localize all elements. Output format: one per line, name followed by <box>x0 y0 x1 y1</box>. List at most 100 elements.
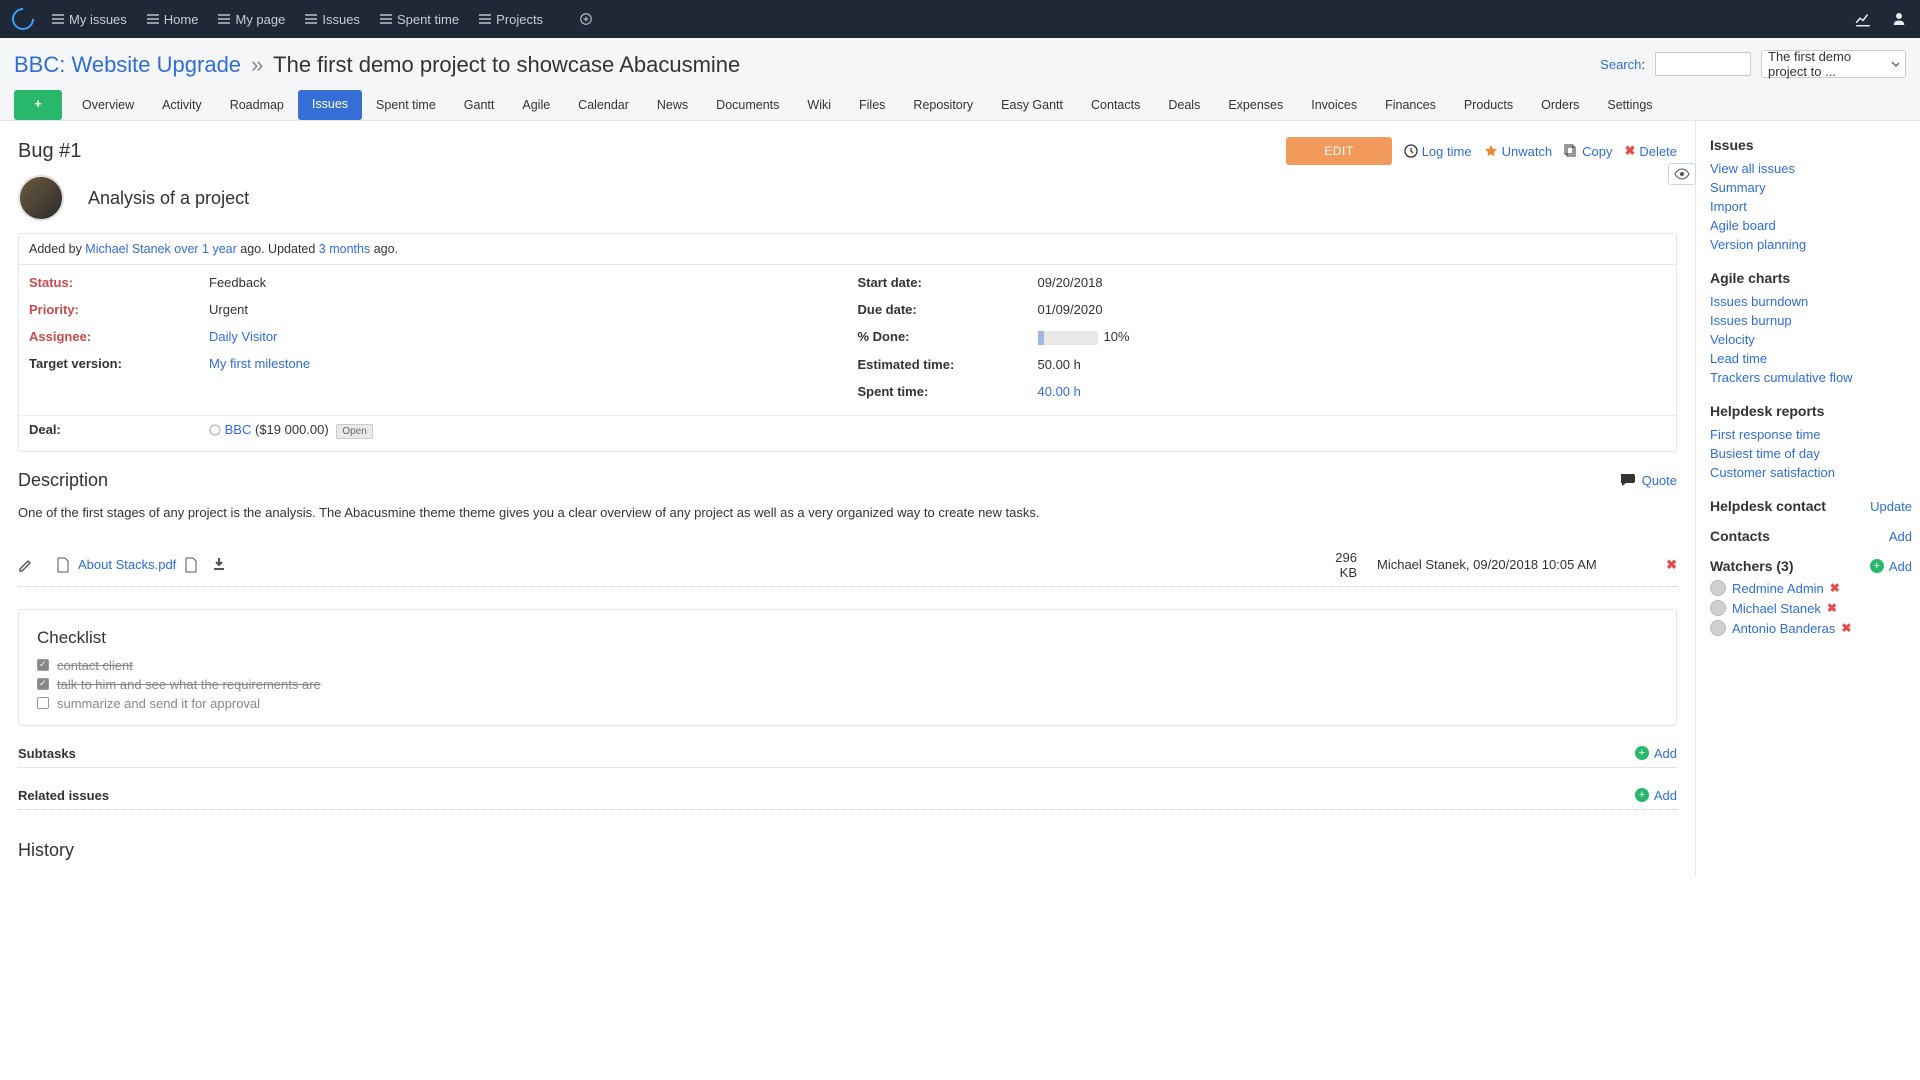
search-input[interactable] <box>1655 52 1751 76</box>
side-link-issues-burnup[interactable]: Issues burnup <box>1710 313 1912 328</box>
side-watchers-heading: Watchers (3) <box>1710 558 1794 574</box>
project-selector[interactable]: The first demo project to ... <box>1761 50 1906 78</box>
created-ago-link[interactable]: over 1 year <box>174 242 237 256</box>
side-link-version-planning[interactable]: Version planning <box>1710 237 1912 252</box>
tab-documents[interactable]: Documents <box>702 90 793 120</box>
eye-icon <box>1674 168 1690 180</box>
add-related[interactable]: +Add <box>1635 788 1677 803</box>
spent-time-link[interactable]: 40.00 h <box>1038 384 1081 399</box>
watcher-link[interactable]: Redmine Admin <box>1732 581 1824 596</box>
delete-link[interactable]: ✖ Delete <box>1625 143 1677 159</box>
attachment-link[interactable]: About Stacks.pdf <box>78 557 176 572</box>
tab-settings[interactable]: Settings <box>1593 90 1666 120</box>
topnav-projects[interactable]: Projects <box>479 12 543 27</box>
deal-link[interactable]: BBC <box>225 422 252 437</box>
add-subtask[interactable]: +Add <box>1635 746 1677 761</box>
side-link-import[interactable]: Import <box>1710 199 1912 214</box>
clock-icon <box>1404 144 1418 158</box>
add-icon[interactable] <box>561 12 593 26</box>
assignee-link[interactable]: Daily Visitor <box>209 329 277 344</box>
author-link[interactable]: Michael Stanek <box>85 242 170 256</box>
side-link-trackers-cumulative-flow[interactable]: Trackers cumulative flow <box>1710 370 1912 385</box>
tab-gantt[interactable]: Gantt <box>450 90 509 120</box>
watcher-link[interactable]: Antonio Banderas <box>1732 621 1835 636</box>
topnav-spent-time[interactable]: Spent time <box>380 12 459 27</box>
due-date: 01/09/2020 <box>1038 302 1667 317</box>
tab-invoices[interactable]: Invoices <box>1297 90 1371 120</box>
tab-files[interactable]: Files <box>845 90 899 120</box>
tab-easy-gantt[interactable]: Easy Gantt <box>987 90 1077 120</box>
side-link-velocity[interactable]: Velocity <box>1710 332 1912 347</box>
tab-calendar[interactable]: Calendar <box>564 90 643 120</box>
estimated-time: 50.00 h <box>1038 357 1667 372</box>
issue-title: Analysis of a project <box>88 188 249 209</box>
tab-contacts[interactable]: Contacts <box>1077 90 1154 120</box>
updated-ago-link[interactable]: 3 months <box>319 242 370 256</box>
tab-wiki[interactable]: Wiki <box>793 90 845 120</box>
remove-watcher-icon[interactable]: ✖ <box>1827 601 1837 615</box>
checklist-item[interactable]: talk to him and see what the requirement… <box>37 677 1658 692</box>
side-link-summary[interactable]: Summary <box>1710 180 1912 195</box>
topnav-my-page[interactable]: My page <box>218 12 285 27</box>
tab-issues[interactable]: Issues <box>298 90 362 120</box>
priority-value: Urgent <box>209 302 838 317</box>
checklist-item[interactable]: summarize and send it for approval <box>37 696 1658 711</box>
pdf-icon <box>56 557 70 573</box>
remove-watcher-icon[interactable]: ✖ <box>1830 581 1840 595</box>
project-link[interactable]: BBC: Website Upgrade <box>14 52 241 77</box>
side-link-first-response-time[interactable]: First response time <box>1710 427 1912 442</box>
edit-attachment-icon[interactable] <box>18 557 56 573</box>
side-link-lead-time[interactable]: Lead time <box>1710 351 1912 366</box>
side-link-customer-satisfaction[interactable]: Customer satisfaction <box>1710 465 1912 480</box>
topnav-my-issues[interactable]: My issues <box>52 12 127 27</box>
user-icon[interactable] <box>1890 10 1908 28</box>
topnav-issues[interactable]: Issues <box>305 12 360 27</box>
tab-deals[interactable]: Deals <box>1154 90 1214 120</box>
avatar <box>18 175 64 221</box>
plus-icon: + <box>1870 559 1884 573</box>
plus-icon: + <box>1635 746 1649 760</box>
watcher-row: Michael Stanek ✖ <box>1710 600 1912 616</box>
remove-watcher-icon[interactable]: ✖ <box>1841 621 1851 635</box>
tab-expenses[interactable]: Expenses <box>1214 90 1297 120</box>
checkbox[interactable] <box>37 697 49 709</box>
delete-attachment-icon[interactable]: ✖ <box>1637 557 1677 573</box>
checkbox[interactable] <box>37 659 49 671</box>
side-link-busiest-time-of-day[interactable]: Busiest time of day <box>1710 446 1912 461</box>
status-value: Feedback <box>209 275 838 290</box>
add-watcher[interactable]: +Add <box>1870 559 1912 574</box>
edit-button[interactable]: EDIT <box>1286 137 1391 165</box>
tab-repository[interactable]: Repository <box>899 90 987 120</box>
watcher-link[interactable]: Michael Stanek <box>1732 601 1821 616</box>
checkbox[interactable] <box>37 678 49 690</box>
tab-spent-time[interactable]: Spent time <box>362 90 450 120</box>
download-icon[interactable] <box>212 557 226 571</box>
copy-link[interactable]: Copy <box>1564 144 1612 159</box>
tab-roadmap[interactable]: Roadmap <box>216 90 298 120</box>
log-time-link[interactable]: Log time <box>1404 144 1472 159</box>
tab-products[interactable]: Products <box>1450 90 1527 120</box>
target-version-link[interactable]: My first milestone <box>209 356 310 371</box>
tab-news[interactable]: News <box>643 90 702 120</box>
preview-icon[interactable] <box>184 557 198 573</box>
checklist-item[interactable]: contact client <box>37 658 1658 673</box>
topnav-home[interactable]: Home <box>147 12 199 27</box>
unwatch-link[interactable]: Unwatch <box>1484 144 1553 159</box>
issue-id: Bug #1 <box>18 140 81 163</box>
side-link-agile-board[interactable]: Agile board <box>1710 218 1912 233</box>
tab-agile[interactable]: Agile <box>508 90 564 120</box>
tab-overview[interactable]: Overview <box>68 90 148 120</box>
side-link-view-all-issues[interactable]: View all issues <box>1710 161 1912 176</box>
toggle-sidebar[interactable] <box>1668 163 1696 185</box>
tab-activity[interactable]: Activity <box>148 90 216 120</box>
tab-orders[interactable]: Orders <box>1527 90 1593 120</box>
update-helpdesk-contact[interactable]: Update <box>1870 499 1912 514</box>
add-tab[interactable]: + <box>14 90 62 120</box>
quote-button[interactable]: Quote <box>1620 473 1677 488</box>
page-title: The first demo project to showcase Abacu… <box>273 52 740 77</box>
tab-finances[interactable]: Finances <box>1371 90 1450 120</box>
side-link-issues-burndown[interactable]: Issues burndown <box>1710 294 1912 309</box>
logo[interactable] <box>7 3 38 34</box>
add-contact[interactable]: Add <box>1889 529 1912 544</box>
chart-icon[interactable] <box>1854 10 1872 28</box>
